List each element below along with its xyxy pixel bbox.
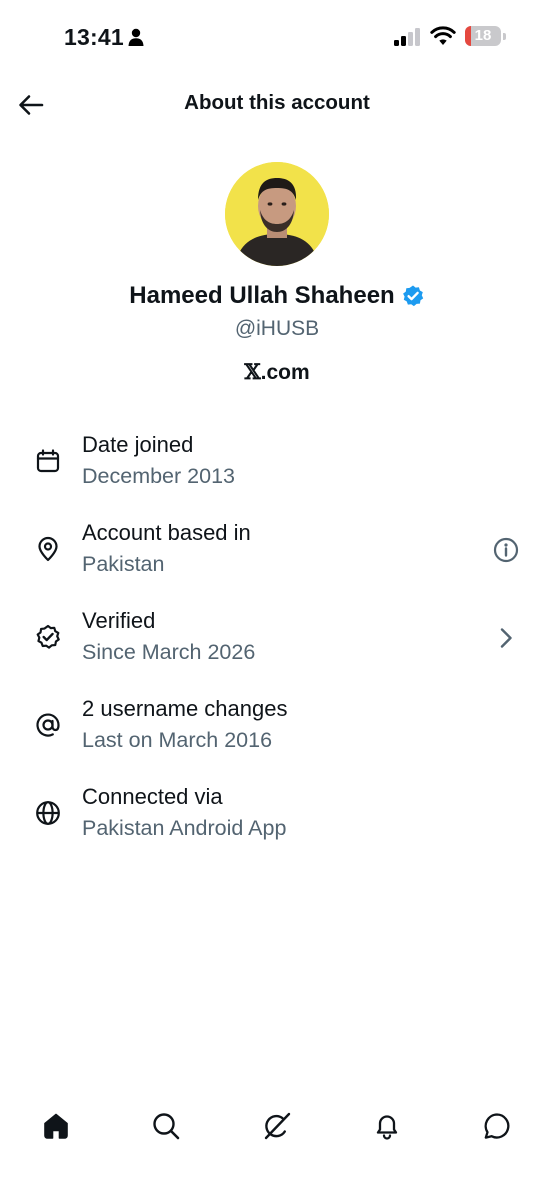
detail-subtitle: Last on March 2016 [82, 728, 273, 752]
detail-title: 2 username changes [82, 696, 288, 721]
detail-subtitle: December 2013 [82, 464, 235, 488]
signal-icon [394, 28, 422, 46]
avatar[interactable] [225, 162, 329, 266]
handle: @iHUSB [234, 317, 320, 340]
source-label: 𝕏.com [0, 359, 554, 385]
verified-badge-icon[interactable] [401, 284, 425, 308]
location-pin-icon [35, 536, 61, 562]
chevron-right-icon [496, 626, 516, 650]
bottom-tab-bar [0, 1100, 554, 1150]
status-time: 13:41 [64, 24, 124, 50]
detail-subtitle: Since March 2026 [82, 640, 256, 664]
detail-subtitle: Pakistan [82, 552, 165, 576]
detail-title: Date joined [82, 432, 194, 457]
info-icon [493, 537, 519, 563]
tab-grok[interactable] [257, 1106, 297, 1146]
display-name: Hameed Ullah Shaheen [129, 282, 395, 309]
tab-home[interactable] [36, 1106, 76, 1146]
detail-subtitle: Pakistan Android App [82, 816, 287, 840]
status-bar: 13:41 18 [0, 0, 554, 76]
verified-outline-icon [35, 624, 61, 650]
tab-search[interactable] [146, 1106, 186, 1146]
at-sign-icon [35, 712, 61, 738]
info-button[interactable] [492, 536, 520, 564]
wifi-icon [430, 26, 456, 46]
account-details-list: Date joined December 2013 Account based … [0, 428, 554, 868]
grok-icon [262, 1111, 292, 1141]
name-row: Hameed Ullah Shaheen [0, 282, 554, 310]
detail-connected-via: Connected via Pakistan Android App [0, 780, 554, 868]
detail-title: Account based in [82, 520, 251, 545]
globe-icon [35, 800, 61, 826]
person-icon [128, 28, 144, 46]
battery-level: 18 [474, 27, 492, 44]
detail-title: Verified [82, 608, 156, 633]
search-icon [151, 1111, 181, 1141]
detail-account-based-in: Account based in Pakistan [0, 516, 554, 604]
home-icon [41, 1111, 71, 1141]
detail-title: Connected via [82, 784, 223, 809]
page-title: About this account [184, 91, 370, 114]
tab-notifications[interactable] [367, 1106, 407, 1146]
detail-date-joined: Date joined December 2013 [0, 428, 554, 516]
detail-username-changes: 2 username changes Last on March 2016 [0, 692, 554, 780]
notifications-icon [372, 1111, 402, 1141]
messages-icon [482, 1111, 512, 1141]
x-logo: 𝕏 [244, 359, 261, 384]
verified-chevron-button[interactable] [492, 624, 520, 652]
source-domain: .com [260, 361, 310, 384]
detail-verified[interactable]: Verified Since March 2026 [0, 604, 554, 692]
battery-icon: 18 [465, 26, 507, 48]
tab-messages[interactable] [477, 1106, 517, 1146]
calendar-icon [35, 448, 61, 474]
